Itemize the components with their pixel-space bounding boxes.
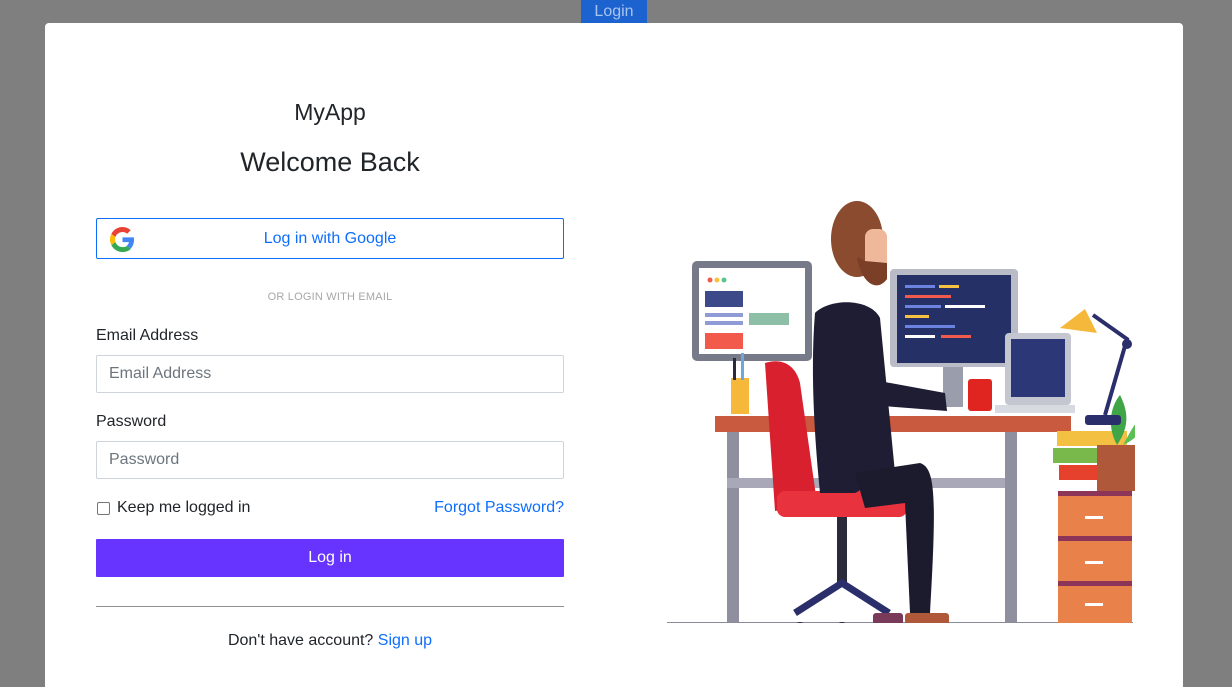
desk-leg bbox=[727, 432, 739, 622]
drawer-handle bbox=[1085, 516, 1103, 519]
laptop-screen bbox=[1011, 339, 1065, 397]
person-legs bbox=[855, 463, 934, 613]
developer-at-desk-illustration bbox=[667, 201, 1135, 623]
background-login-button[interactable]: Login bbox=[581, 0, 647, 24]
right-monitor-screen bbox=[897, 275, 1011, 363]
forgot-password-link[interactable]: Forgot Password? bbox=[434, 499, 564, 517]
lamp-shade bbox=[1060, 309, 1097, 333]
app-name: MyApp bbox=[294, 99, 366, 125]
email-divider: OR LOGIN WITH EMAIL bbox=[267, 291, 393, 303]
pencil-cup bbox=[731, 378, 749, 414]
divider-line bbox=[96, 606, 564, 607]
code-line bbox=[905, 325, 955, 328]
code-line bbox=[941, 335, 971, 338]
person-shoe bbox=[905, 613, 949, 623]
code-line bbox=[905, 335, 935, 338]
signup-link[interactable]: Sign up bbox=[378, 632, 432, 649]
remember-me[interactable]: Keep me logged in bbox=[96, 499, 250, 517]
person-shoe bbox=[873, 613, 903, 623]
screen-block bbox=[705, 333, 743, 349]
screen-dot bbox=[707, 277, 713, 283]
chair-post bbox=[837, 517, 847, 587]
screen-block bbox=[749, 313, 789, 325]
pencil bbox=[733, 358, 736, 380]
pencil bbox=[741, 353, 744, 380]
page-title: Welcome Back bbox=[240, 147, 420, 177]
code-line bbox=[905, 305, 941, 308]
email-label: Email Address bbox=[96, 327, 199, 344]
password-field[interactable] bbox=[96, 441, 564, 479]
screen-dot bbox=[721, 277, 727, 283]
mug bbox=[968, 379, 992, 411]
chair-base bbox=[793, 578, 891, 616]
code-line bbox=[945, 305, 985, 308]
google-login-label: Log in with Google bbox=[263, 229, 397, 247]
laptop-base bbox=[995, 405, 1075, 413]
google-icon bbox=[110, 227, 135, 252]
remember-me-checkbox[interactable] bbox=[97, 501, 110, 515]
email-field[interactable] bbox=[96, 355, 564, 393]
signup-row: Don't have account? Sign up bbox=[96, 632, 564, 650]
screen-line bbox=[705, 321, 743, 325]
lamp-base bbox=[1085, 415, 1121, 425]
login-button[interactable]: Log in bbox=[96, 539, 564, 577]
plant-pot bbox=[1097, 445, 1135, 491]
signup-prompt: Don't have account? bbox=[227, 632, 374, 649]
screen-dot bbox=[714, 277, 720, 283]
code-line bbox=[905, 295, 951, 298]
login-modal: MyApp Welcome Back Log in with Google OR… bbox=[45, 23, 1183, 687]
screen-block bbox=[705, 291, 743, 307]
monitor-stand bbox=[943, 367, 963, 407]
password-label: Password bbox=[96, 413, 167, 430]
remember-me-label: Keep me logged in bbox=[117, 499, 251, 516]
lamp-joint bbox=[1122, 339, 1132, 349]
desk-leg bbox=[1005, 432, 1017, 622]
code-line bbox=[905, 285, 935, 288]
chair-back bbox=[765, 361, 817, 511]
desk-top bbox=[715, 416, 1071, 432]
drawer-handle bbox=[1085, 561, 1103, 564]
drawer-handle bbox=[1085, 603, 1103, 606]
screen-line bbox=[705, 313, 743, 317]
google-login-button[interactable]: Log in with Google bbox=[96, 218, 564, 259]
code-line bbox=[939, 285, 959, 288]
code-line bbox=[905, 315, 929, 318]
